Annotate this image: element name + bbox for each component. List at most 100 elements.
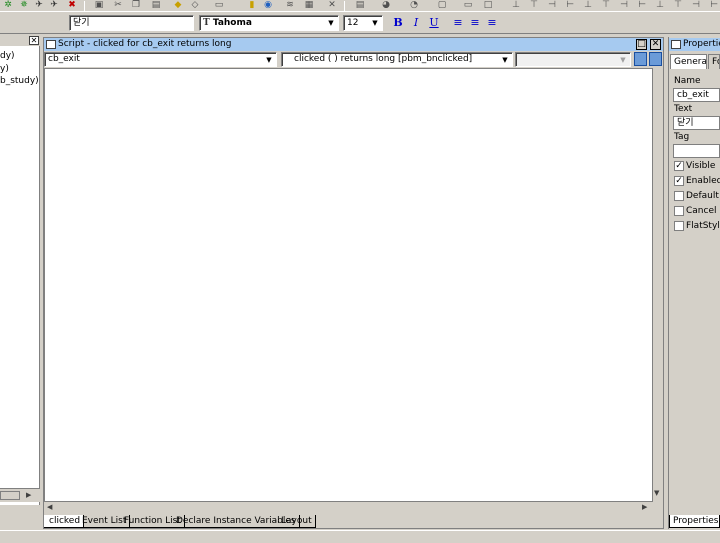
tree-item[interactable]: dy) [0,51,15,61]
split-view-icon[interactable] [634,52,647,66]
checkbox-default[interactable] [674,191,684,201]
system-tree-header: ✕ [0,35,40,46]
vertical-scrollbar[interactable]: ▼ [653,68,663,502]
align-left-icon[interactable]: ⊥ [510,0,522,10]
split-view2-icon[interactable] [649,52,662,66]
align-top-icon[interactable]: ⊢ [564,0,576,10]
checkbox-visible[interactable]: ✓ [674,161,684,171]
text-field[interactable]: 닫기 [673,116,720,130]
bold-button[interactable]: B [391,15,405,30]
runner-icon[interactable]: ✈ [33,0,45,10]
enabled-checkbox[interactable]: ✓ Enabled [674,176,720,187]
arrow-right-icon[interactable]: ▶ [642,503,647,511]
layout-icon[interactable]: ▭ [213,0,225,10]
tag-label: Tag [674,132,690,142]
tag-field[interactable] [673,144,720,158]
script-tab-strip: clicked Event List Function List Declare… [44,514,663,528]
horizontal-scrollbar[interactable]: ▶ [0,488,40,502]
event-select[interactable]: clicked ( ) returns long [pbm_bnclicked]… [281,52,513,67]
color-icon[interactable]: ◕ [380,0,392,10]
object-select[interactable]: cb_exit ▼ [44,52,277,67]
space-vert-icon[interactable]: ⊤ [600,0,612,10]
stop-icon[interactable]: ✖ [66,0,78,10]
border-icon[interactable]: ▢ [436,0,448,10]
arrow-right-icon[interactable]: ▶ [26,491,31,499]
chevron-down-icon: ▼ [620,56,626,64]
grid-icon[interactable]: ▦ [303,0,315,10]
align-center-icon[interactable]: ⊤ [528,0,540,10]
tab-font[interactable]: Fo [708,54,720,69]
script-editor[interactable] [44,68,653,502]
align-center-text-icon[interactable]: ≡ [468,15,482,30]
close-icon[interactable]: ✕ [29,36,39,45]
run-icon[interactable]: ✲ [2,0,14,10]
chevron-down-icon: ▼ [328,19,334,27]
preview-icon[interactable]: ◉ [262,0,274,10]
close-icon[interactable]: ✕ [650,39,661,50]
checkbox-cancel[interactable] [674,206,684,216]
font-type-icon: T [203,18,210,28]
size-height-icon[interactable]: ⊢ [636,0,648,10]
tab-properties[interactable]: Properties [669,515,720,528]
horizontal-scrollbar[interactable]: ◀ ▶ [44,502,653,513]
name-field[interactable]: cb_exit [673,88,720,102]
tab-general[interactable]: General [670,54,707,69]
chevron-down-icon: ▼ [372,19,378,27]
font-select[interactable]: T Tahoma ▼ [199,15,339,31]
runner2-icon[interactable]: ✈ [48,0,60,10]
chevron-down-icon: ▼ [502,56,508,64]
arrow-down-icon[interactable]: ▼ [654,489,659,497]
redo-icon[interactable]: ◇ [189,0,201,10]
enabled-label: Enabled [686,176,720,186]
cancel-label: Cancel [686,206,717,216]
align-right-text-icon[interactable]: ≡ [485,15,499,30]
separator [344,1,345,11]
size-width-icon[interactable]: ⊣ [618,0,630,10]
visible-label: Visible [686,161,716,171]
tab-order-icon[interactable]: ≋ [284,0,296,10]
scroll-thumb[interactable] [0,491,20,500]
paste-icon[interactable]: ▤ [150,0,162,10]
align-left-text-icon[interactable]: ≡ [451,15,465,30]
ruler-icon[interactable]: ⊣ [690,0,702,10]
font-size-select[interactable]: 12 ▼ [343,15,383,31]
arrow-left-icon[interactable]: ◀ [47,503,52,511]
ancestor-select[interactable]: ▼ [515,52,631,67]
debug-icon[interactable]: ✵ [18,0,30,10]
align-center-h-icon[interactable]: ⊥ [654,0,666,10]
italic-button[interactable]: I [409,15,423,30]
save-icon[interactable]: ▣ [93,0,105,10]
checkbox-enabled[interactable]: ✓ [674,176,684,186]
cancel-checkbox[interactable]: Cancel [674,206,717,217]
undo-icon[interactable]: ◆ [172,0,184,10]
print-icon[interactable]: ▤ [354,0,366,10]
script-icon[interactable]: ▮ [246,0,258,10]
event-select-value: clicked ( ) returns long [pbm_bnclicked] [294,54,473,64]
align-right-icon[interactable]: ⊣ [546,0,558,10]
more-icon[interactable]: ⊢ [708,0,720,10]
tree-item[interactable]: b_study) [0,76,39,86]
frame-icon[interactable]: ▭ [462,0,474,10]
underline-button[interactable]: U [427,15,441,30]
default-checkbox[interactable]: Default [674,191,719,202]
space-horiz-icon[interactable]: ⊥ [582,0,594,10]
text-field[interactable]: 닫기 [69,15,194,31]
text-field-value: 닫기 [677,118,694,128]
bg-color-icon[interactable]: ◔ [408,0,420,10]
separator [84,1,85,11]
text-label: Text [674,104,693,114]
visible-checkbox[interactable]: ✓ Visible [674,161,715,172]
tree-item[interactable]: y) [0,64,9,74]
blank-icon[interactable]: □ [482,0,494,10]
script-window-icon [46,40,56,49]
close-icon[interactable]: ✕ [326,0,338,10]
font-select-value: Tahoma [212,18,252,28]
flatstyle-label: FlatStyle [686,221,720,231]
copy-icon[interactable]: ❐ [130,0,142,10]
flatstyle-checkbox[interactable]: FlatStyle [674,221,720,232]
cut-icon[interactable]: ✂ [112,0,124,10]
maximize-icon[interactable]: □ [636,39,647,50]
align-center-v-icon[interactable]: ⊤ [672,0,684,10]
checkbox-flatstyle[interactable] [674,221,684,231]
tab-layout[interactable]: Layout [276,515,316,528]
